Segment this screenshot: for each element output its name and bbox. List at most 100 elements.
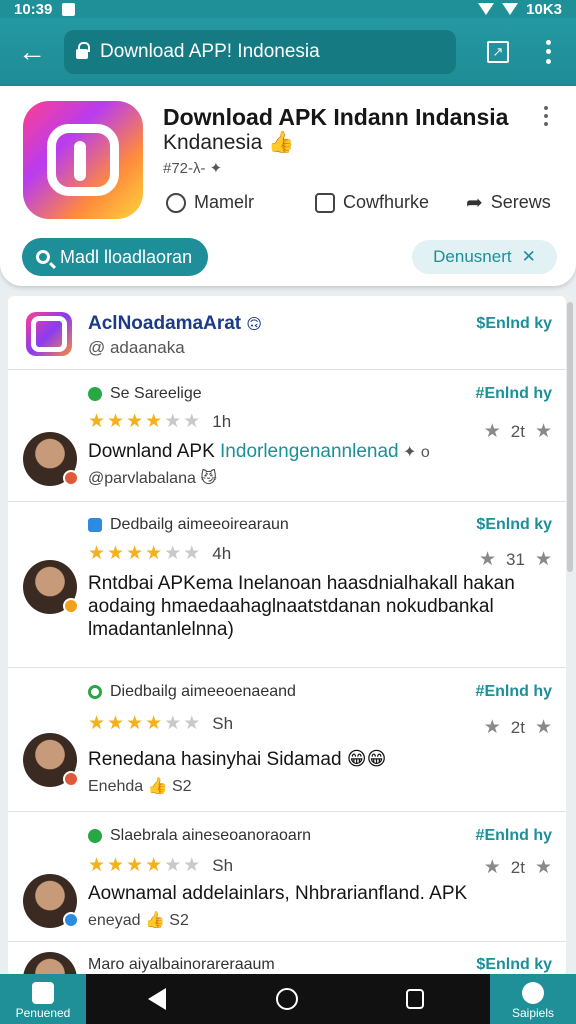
review-category: Maro aiyalbainorareraaum [88,956,275,974]
review-text-tail: ✦ o [398,444,430,461]
star-icon: ★ [483,421,501,442]
star-icon: ★ [478,549,497,570]
filter-chip[interactable]: Denusnert ✕ [412,240,557,274]
category-badge-icon [88,685,102,699]
category-badge-icon [88,518,102,532]
review-text: Renedana hasinyhai Sidamad 😁😁 [88,749,387,770]
review-item: Se Sareelige #Enlnd hy ★ ★ ★ ★ ★ ★ 1h ★ 2t ★ … [8,370,566,502]
review-age: Sh [212,855,234,875]
review-votes-count: 2t [510,857,525,877]
scrollbar[interactable] [567,302,573,572]
review-category: Dedbailg aimeeoirearaun [88,516,289,534]
avatar[interactable] [23,560,79,614]
action-share-label: Serews [490,192,551,212]
avatar-badge-icon [63,470,79,486]
review-text-highlight[interactable]: Indorlengenannlenad [220,441,399,462]
review-category: Diedbailg aimeeoenaeand [88,683,296,701]
star-icon: ★ [483,857,501,878]
list-header-emoji: 🙃 [246,316,263,333]
review-votes[interactable]: ★ 2t ★ [484,856,552,879]
review-category-label: Slaebrala aineseoanoraoarn [110,827,312,844]
url-field[interactable]: Download APP! Indonesia [64,30,456,74]
avatar[interactable] [23,432,79,486]
review-item: Diedbailg aimeeoenaeand #Enlnd hy ★ ★ ★ ★ ★ ★… [8,668,566,812]
search-button[interactable]: Madl lloadlaoran [22,238,208,276]
review-category-label: Se Sareelige [110,385,202,402]
review-votes[interactable]: ★ 2t ★ [484,420,552,443]
review-item: Maro aiyalbainorareraaum $Enlnd ky [8,942,566,976]
category-badge-icon [88,829,102,843]
share-icon: ➦ [466,191,483,214]
star-icon: ★ [483,717,501,738]
action-message[interactable]: Mamelr [166,192,254,213]
review-age: 1h [212,411,232,431]
app-title: Download APK Indann Indansia [163,104,509,130]
review-item: Slaebrala aineseoanoraoarn #Enlnd hy ★ ★ ★… [8,812,566,942]
review-list[interactable]: AclNoadamaArat 🙃 @ adaanaka $Enlnd ky Se… [8,296,566,976]
review-category-label: Diedbailg aimeeoenaeand [110,683,296,700]
list-header-name: AclNoadamaArat 🙃 [88,313,262,335]
back-arrow-icon[interactable]: ← [0,18,64,86]
avatar[interactable] [23,874,79,928]
star-rating: ★ ★ ★ ★ ★ ★ Sh [88,855,234,876]
list-header-handle: @ adaanaka [88,338,185,357]
review-category: Se Sareelige [88,385,202,403]
review-votes-count: 2t [510,421,525,441]
gear-icon [522,982,544,1004]
review-votes-count: 31 [506,549,525,569]
app-meta: #72-λ- ✦ [163,160,223,177]
system-home-icon[interactable] [276,988,298,1010]
follow-button[interactable]: #Enlnd hy [476,827,552,845]
review-votes-count: 2t [510,717,525,737]
review-votes[interactable]: ★ 31 ★ [479,548,552,571]
system-back-icon[interactable] [148,988,166,1010]
lock-icon [76,42,90,59]
status-time: 10:39 [14,0,53,18]
browser-toolbar: ← Download APP! Indonesia ↗ [0,18,576,86]
review-votes[interactable]: ★ 2t ★ [484,716,552,739]
review-subtext: Enehda 👍 S2 [88,778,192,795]
close-icon[interactable]: ✕ [522,247,536,267]
nav-settings-button[interactable]: Saipiels [490,974,576,1024]
follow-button[interactable]: $Enlnd ky [476,516,552,534]
status-bar: 10:39 10K3 [0,0,576,18]
comment-icon [315,192,335,213]
search-icon [36,250,50,264]
avatar[interactable] [23,733,79,787]
review-item: Dedbailg aimeeoirearaun $Enlnd ky ★ ★ ★ ★ ★ ★… [8,502,566,668]
nav-left-label: Penuened [15,1006,71,1020]
follow-button[interactable]: #Enlnd hy [476,683,552,701]
nav-right-label: Saipiels [511,1006,555,1020]
app-card: Download APK Indann Indansia Kndanesia 👍… [0,86,576,286]
open-in-new-icon[interactable]: ↗ [487,41,509,63]
review-category: Slaebrala aineseoanoraoarn [88,827,311,845]
status-right-text: 10K3 [526,0,562,18]
follow-button[interactable]: $Enlnd ky [476,956,552,974]
action-comment[interactable]: Cowfhurke [315,192,429,213]
url-text: Download APP! Indonesia [100,41,320,62]
bottom-nav: Penuened Saipiels [0,974,576,1024]
search-button-label: Madl lloadlaoran [60,246,193,267]
follow-button[interactable]: $Enlnd ky [476,315,552,333]
star-rating: ★ ★ ★ ★ ★ ★ 1h [88,411,232,432]
overflow-menu-icon[interactable] [538,38,558,66]
review-text: Rntdbai APKema Inelanoan haasdnialhakall… [88,573,515,640]
system-recents-icon[interactable] [406,989,424,1009]
review-text-main: Downland APK [88,441,221,462]
avatar[interactable] [23,952,77,976]
list-header-name-text: AclNoadamaArat [88,313,242,334]
category-badge-icon [88,387,102,401]
action-share[interactable]: ➦ Serews [466,192,551,213]
action-message-label: Mamelr [194,192,255,212]
more-vertical-icon[interactable] [540,106,552,126]
star-icon: ★ [534,857,552,878]
nav-news-button[interactable]: Penuened [0,974,86,1024]
follow-button[interactable]: #Enlnd hy [476,385,552,403]
star-rating: ★ ★ ★ ★ ★ ★ Sh [88,713,234,734]
app-logo [23,101,143,219]
status-right: 10K3 [478,1,562,18]
star-rating: ★ ★ ★ ★ ★ ★ 4h [88,543,232,564]
review-age: 4h [212,543,232,563]
review-age: Sh [212,713,234,733]
app-subtitle: Kndanesia 👍 [163,131,295,154]
